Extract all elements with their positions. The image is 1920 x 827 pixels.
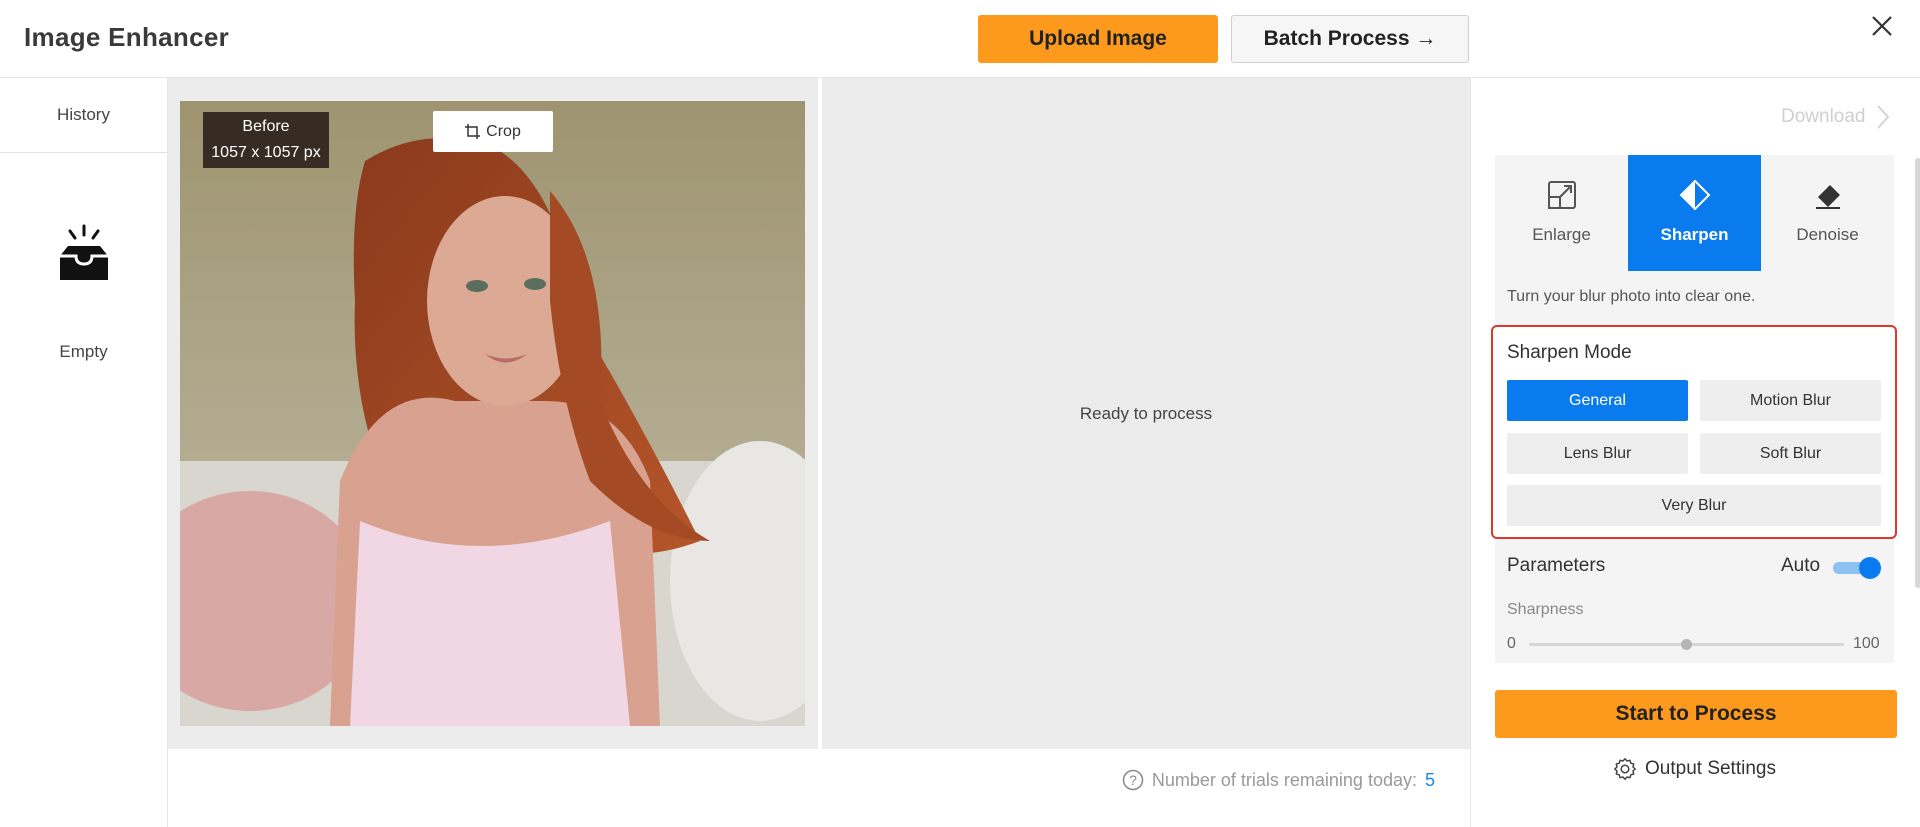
mode-description: Turn your blur photo into clear one. (1507, 288, 1756, 305)
before-badge: Before 1057 x 1057 px (203, 112, 329, 168)
sharpness-slider[interactable] (1529, 635, 1844, 655)
crop-button[interactable]: Crop (433, 111, 553, 152)
sharpen-mode-title: Sharpen Mode (1507, 342, 1632, 363)
sharpen-icon (1679, 179, 1710, 211)
empty-inbox-icon (60, 224, 108, 280)
tab-enlarge[interactable]: Enlarge (1495, 155, 1628, 271)
svg-text:?: ? (1129, 772, 1137, 788)
tab-denoise-label: Denoise (1796, 225, 1859, 244)
sharpness-min: 0 (1507, 635, 1516, 652)
mode-tabs: Enlarge Sharpen Denoise (1495, 155, 1894, 271)
settings-panel: Download Enlarge Sharpen Denoise Turn yo… (1470, 78, 1920, 827)
app-header: Image Enhancer Upload Image Batch Proces… (0, 0, 1920, 78)
start-process-button[interactable]: Start to Process (1495, 690, 1897, 738)
enlarge-icon (1547, 181, 1576, 209)
portrait-photo (180, 101, 805, 726)
sharpness-label: Sharpness (1507, 601, 1584, 618)
history-sidebar: History Empty (0, 78, 168, 827)
tab-denoise[interactable]: Denoise (1761, 155, 1894, 271)
slider-thumb[interactable] (1681, 639, 1692, 650)
chevron-right-icon (1876, 105, 1889, 129)
batch-process-button[interactable]: Batch Process → (1231, 15, 1469, 63)
auto-toggle[interactable] (1833, 557, 1881, 579)
output-settings-label: Output Settings (1645, 758, 1776, 779)
download-label: Download (1781, 106, 1866, 127)
output-settings-link[interactable]: Output Settings (1613, 757, 1776, 781)
trials-info: ? Number of trials remaining today: 5 (1122, 769, 1435, 791)
crop-icon (465, 124, 481, 139)
sharpen-option-very-blur[interactable]: Very Blur (1507, 485, 1881, 526)
image-dimensions: 1057 x 1057 px (211, 144, 321, 161)
empty-history-label: Empty (59, 342, 108, 361)
sharpness-max: 100 (1853, 635, 1880, 652)
toggle-knob (1859, 557, 1881, 579)
ready-status: Ready to process (1079, 403, 1213, 423)
auto-label: Auto (1781, 555, 1821, 576)
app-title: Image Enhancer (24, 22, 230, 52)
before-image (180, 101, 805, 726)
help-icon[interactable]: ? (1122, 769, 1144, 791)
gear-icon (1614, 758, 1636, 780)
tab-sharpen[interactable]: Sharpen (1628, 155, 1761, 271)
parameters-title: Parameters (1507, 555, 1606, 576)
close-icon[interactable] (1868, 12, 1896, 40)
after-preview: Ready to process (822, 78, 1470, 749)
workspace-footer: ? Number of trials remaining today: 5 (168, 749, 1470, 827)
sharpen-option-general[interactable]: General (1507, 380, 1688, 421)
sharpen-option-soft-blur[interactable]: Soft Blur (1700, 433, 1881, 474)
tab-enlarge-label: Enlarge (1532, 225, 1591, 244)
sharpen-option-lens-blur[interactable]: Lens Blur (1507, 433, 1688, 474)
tab-sharpen-label: Sharpen (1660, 225, 1729, 244)
before-label: Before (242, 118, 290, 135)
trials-count: 5 (1424, 769, 1435, 790)
panel-scrollbar[interactable] (1915, 158, 1920, 588)
download-button[interactable]: Download (1781, 104, 1890, 130)
crop-label: Crop (486, 122, 521, 140)
eraser-icon (1815, 185, 1840, 209)
history-tab[interactable]: History (0, 78, 167, 153)
trials-label: Number of trials remaining today: (1151, 769, 1417, 790)
compare-workspace: Ready to process (168, 78, 1470, 749)
sharpen-option-motion-blur[interactable]: Motion Blur (1700, 380, 1881, 421)
upload-image-button[interactable]: Upload Image (978, 15, 1218, 63)
